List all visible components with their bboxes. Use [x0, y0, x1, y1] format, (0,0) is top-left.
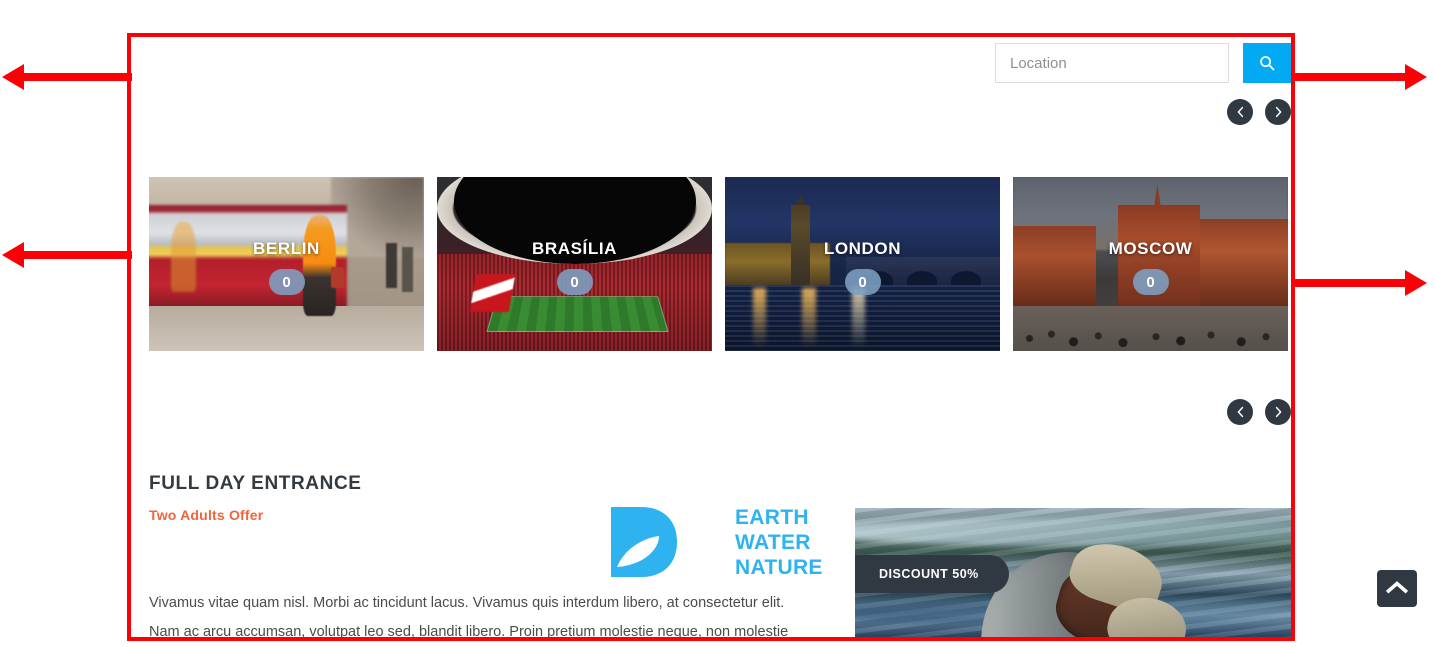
- logo-line-1: EARTH: [735, 505, 809, 529]
- city-count-badge: 0: [556, 269, 593, 295]
- offer-title: FULL DAY ENTRANCE: [149, 473, 362, 494]
- annotation-arrow-right-top-head: [1405, 64, 1427, 90]
- city-name-label: LONDON: [823, 239, 902, 258]
- annotation-arrow-left-top-head: [2, 64, 24, 90]
- search-button[interactable]: [1243, 43, 1291, 83]
- city-photo-brasilia: [437, 177, 712, 351]
- partner-logo-text: EARTH WATER NATURE: [735, 505, 823, 580]
- logo-line-3: NATURE: [735, 555, 823, 579]
- web-page-viewport: BERLIN 0 BRASÍLIA 0 LONDON 0: [127, 33, 1295, 641]
- annotation-arrow-right-middle-head: [1405, 270, 1427, 296]
- cities-carousel: BERLIN 0 BRASÍLIA 0 LONDON 0 MOSCOW 0: [149, 177, 1288, 351]
- city-card-london[interactable]: LONDON 0: [725, 177, 1000, 351]
- city-photo-moscow: [1013, 177, 1288, 351]
- offer-description: Vivamus vitae quam nisl. Morbi ac tincid…: [149, 594, 789, 640]
- carousel-prev-button-bottom[interactable]: [1227, 399, 1253, 425]
- annotation-arrow-left-middle-shaft: [22, 251, 132, 259]
- carousel-next-button-top[interactable]: [1265, 99, 1291, 125]
- city-name-label: BRASÍLIA: [531, 239, 618, 258]
- city-count-badge: 0: [844, 269, 881, 295]
- city-count-badge: 0: [1132, 269, 1169, 295]
- city-card-berlin[interactable]: BERLIN 0: [149, 177, 424, 351]
- search-bar: [995, 43, 1291, 83]
- offer-section: FULL DAY ENTRANCE Two Adults Offer Vivam…: [149, 473, 1295, 641]
- cities-carousel-nav-top: [1227, 99, 1291, 125]
- search-input[interactable]: [995, 43, 1229, 83]
- annotation-arrow-left-middle-head: [2, 242, 24, 268]
- chevron-left-icon: [1236, 406, 1245, 418]
- partner-logo: EARTH WATER NATURE: [603, 503, 823, 581]
- discount-badge: DISCOUNT 50%: [855, 554, 1009, 593]
- city-count-badge: 0: [268, 269, 305, 295]
- annotation-arrow-right-middle-shaft: [1291, 279, 1407, 287]
- chevron-right-icon: [1274, 106, 1283, 118]
- carousel-next-button-bottom[interactable]: [1265, 399, 1291, 425]
- city-name-label: MOSCOW: [1108, 239, 1193, 258]
- city-name-label: BERLIN: [253, 239, 320, 258]
- chevron-up-icon: [1385, 580, 1409, 597]
- annotation-arrow-left-top-shaft: [22, 73, 132, 81]
- city-photo-berlin: [149, 177, 424, 351]
- promo-image-card[interactable]: DISCOUNT 50%: [855, 508, 1295, 641]
- city-card-moscow[interactable]: MOSCOW 0: [1013, 177, 1288, 351]
- city-card-brasilia[interactable]: BRASÍLIA 0: [437, 177, 712, 351]
- logo-line-2: WATER: [735, 530, 811, 554]
- offers-carousel-nav-bottom: [1227, 399, 1291, 425]
- carousel-prev-button-top[interactable]: [1227, 99, 1253, 125]
- city-photo-london: [725, 177, 1000, 351]
- scroll-to-top-button[interactable]: [1377, 570, 1417, 607]
- blue-leaf-d-logo-icon: [603, 503, 681, 581]
- annotation-arrow-right-top-shaft: [1291, 73, 1407, 81]
- screenshot-root: BERLIN 0 BRASÍLIA 0 LONDON 0: [0, 0, 1434, 647]
- search-icon: [1259, 55, 1275, 71]
- chevron-right-icon: [1274, 406, 1283, 418]
- chevron-left-icon: [1236, 106, 1245, 118]
